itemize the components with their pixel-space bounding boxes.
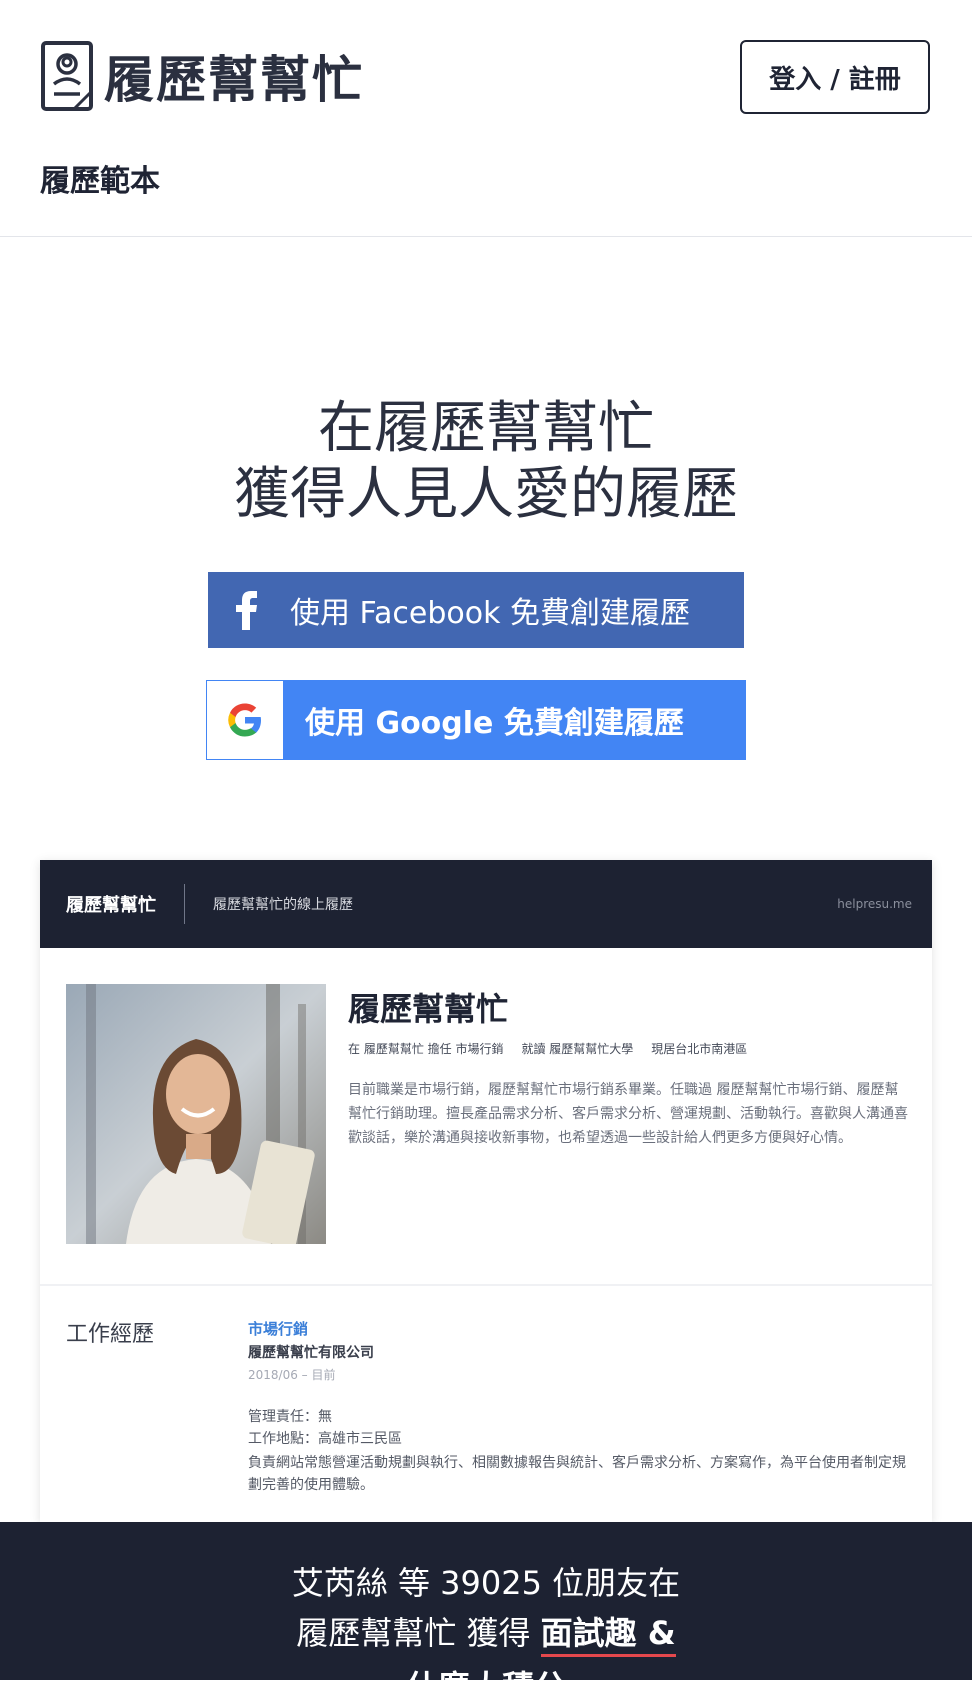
stat-line1: 艾芮絲 等 39025 位朋友在 xyxy=(291,1564,681,1602)
preview-subtitle: 履歷幫幫忙的線上履歷 xyxy=(213,897,353,913)
section-title-work: 工作經歷 xyxy=(66,1322,155,1347)
preview-topbar: 履歷幫幫忙 履歷幫幫忙的線上履歷 helpresu.me xyxy=(40,860,932,948)
job-date: 2018/06 – 目前 xyxy=(248,1368,336,1382)
facebook-signup-button[interactable]: 使用 Facebook 免費創建履歷 xyxy=(208,572,744,648)
preview-name: 履歷幫幫忙 xyxy=(348,990,509,1028)
google-button-label: 使用 Google 免費創建履歷 xyxy=(305,706,684,741)
social-proof-banner: 艾芮絲 等 39025 位朋友在 履歷幫幫忙 獲得 面試趣 & 什麼大積分 xyxy=(0,1522,972,1706)
profile-photo xyxy=(66,984,326,1244)
stat-line2: 履歷幫幫忙 獲得 面試趣 & xyxy=(0,1608,972,1657)
nav-resume-templates[interactable]: 履歷範本 xyxy=(40,156,160,200)
stat-highlight: 面試趣 & xyxy=(540,1614,676,1657)
job-company: 履歷幫幫忙有限公司 xyxy=(248,1345,374,1361)
job-location: 工作地點：高雄市三民區 xyxy=(248,1431,402,1447)
resume-icon xyxy=(41,41,93,111)
resume-preview: 履歷幫幫忙 履歷幫幫忙的線上履歷 helpresu.me 履歷幫幫忙 在 履歷幫… xyxy=(40,860,932,1522)
meta-location: 現居台北市南港區 xyxy=(651,1042,748,1056)
job-management: 管理責任：無 xyxy=(248,1409,332,1425)
meta-employment: 在 履歷幫幫忙 擔任 市場行銷 xyxy=(348,1042,504,1056)
preview-section-divider xyxy=(40,1284,932,1286)
preview-bio: 目前職業是市場行銷，履歷幫幫忙市場行銷系畢業。任職過 履歷幫幫忙市場行銷、履歷幫… xyxy=(348,1082,908,1146)
google-signup-button[interactable]: 使用 Google 免費創建履歷 xyxy=(206,680,746,760)
hero-title: 在履歷幫幫忙 獲得人見人愛的履歷 xyxy=(0,396,972,528)
site-logo[interactable]: 履歷幫幫忙 xyxy=(40,40,364,112)
login-register-button[interactable]: 登入 / 註冊 xyxy=(740,40,930,114)
job-title: 市場行銷 xyxy=(248,1320,309,1338)
google-icon xyxy=(207,681,283,759)
hero-title-line2: 獲得人見人愛的履歷 xyxy=(234,462,738,527)
preview-meta: 在 履歷幫幫忙 擔任 市場行銷 就讀 履歷幫幫忙大學 現居台北市南港區 xyxy=(348,1040,765,1057)
facebook-icon xyxy=(208,572,284,648)
stat-line2-prefix: 履歷幫幫忙 獲得 xyxy=(296,1614,541,1652)
preview-brand: 履歷幫幫忙 xyxy=(66,895,156,916)
site-header: 履歷幫幫忙 登入 / 註冊 履歷範本 xyxy=(0,0,972,237)
preview-divider xyxy=(184,884,185,924)
meta-education: 就讀 履歷幫幫忙大學 xyxy=(521,1042,634,1056)
facebook-button-label: 使用 Facebook 免費創建履歷 xyxy=(290,596,691,631)
preview-url: helpresu.me xyxy=(837,897,912,911)
hero-title-line1: 在履歷幫幫忙 xyxy=(318,396,654,461)
logo-text: 履歷幫幫忙 xyxy=(104,51,364,109)
stat-line3: 什麼大積分 xyxy=(405,1668,566,1706)
job-description: 負責網站常態營運活動規劃與執行、相關數據報告與統計、客戶需求分析、方案寫作，為平… xyxy=(248,1455,906,1493)
